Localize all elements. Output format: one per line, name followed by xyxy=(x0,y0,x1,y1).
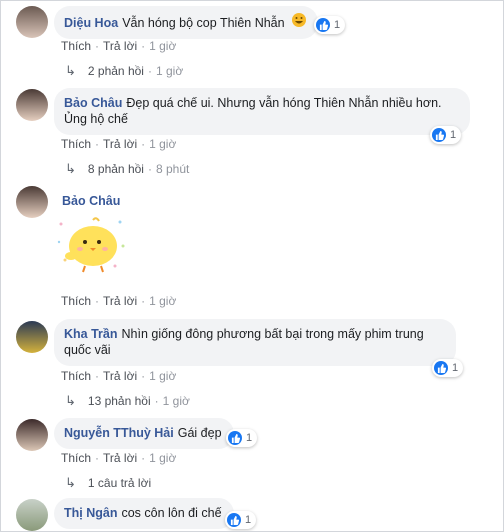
comment-actions: Thích · Trả lời · 1 giờ xyxy=(61,137,177,151)
comment-actions: Thích · Trả lời · 1 giờ xyxy=(61,451,177,465)
replies-count[interactable]: 13 phản hồi xyxy=(88,394,151,408)
avatar[interactable] xyxy=(16,6,48,38)
comment-text: cos côn lôn đi chế xyxy=(121,506,222,520)
like-icon xyxy=(432,128,446,142)
reply-arrow-icon: ↳ xyxy=(65,63,76,78)
reply-arrow-icon: ↳ xyxy=(65,161,76,176)
reaction-number: 1 xyxy=(452,362,459,374)
comment-text: Gái đẹp xyxy=(177,426,222,440)
timestamp[interactable]: 1 giờ xyxy=(149,451,176,465)
like-link[interactable]: Thích xyxy=(61,369,91,383)
reply-link[interactable]: Trả lời xyxy=(103,451,137,465)
comment-actions: Thích · Trả lời · 1 giờ xyxy=(61,369,177,383)
replies-count[interactable]: 1 câu trả lời xyxy=(88,476,151,490)
replies-time: 1 giờ xyxy=(155,64,184,78)
replies-time: 1 giờ xyxy=(162,394,190,408)
like-icon xyxy=(227,513,241,527)
timestamp[interactable]: 1 giờ xyxy=(149,137,176,151)
timestamp[interactable]: 1 giờ xyxy=(149,369,176,383)
view-replies[interactable]: ↳ 13 phản hồi · 1 giờ xyxy=(65,393,190,409)
comment-bubble: Kha Trần Nhìn giống đông phương bất bại t… xyxy=(54,319,456,366)
reaction-count[interactable]: 1 xyxy=(430,126,462,144)
timestamp[interactable]: 1 giờ xyxy=(149,39,176,53)
view-replies[interactable]: ↳ 8 phản hồi · 8 phút xyxy=(65,161,189,177)
commenter-name[interactable]: Thị Ngân xyxy=(64,506,117,520)
avatar[interactable] xyxy=(16,419,48,451)
like-link[interactable]: Thích xyxy=(61,39,91,53)
like-icon xyxy=(434,361,448,375)
commenter-name[interactable]: Kha Trần xyxy=(64,327,118,341)
reply-link[interactable]: Trả lời xyxy=(103,137,137,151)
comment-bubble: Diệu Hoa Vẫn hóng bộ cop Thiên Nhẫn xyxy=(54,6,319,39)
comment-actions: Thích · Trả lời · 1 giờ xyxy=(61,39,177,53)
reaction-count[interactable]: 1 xyxy=(226,429,258,447)
replies-time: 8 phút xyxy=(155,162,190,176)
comment-text: Vẫn hóng bộ cop Thiên Nhẫn xyxy=(122,16,285,30)
reply-arrow-icon: ↳ xyxy=(65,393,76,408)
view-replies[interactable]: ↳ 1 câu trả lời xyxy=(65,475,151,491)
chick-sticker[interactable] xyxy=(57,216,127,276)
avatar[interactable] xyxy=(16,321,48,353)
like-link[interactable]: Thích xyxy=(61,137,91,151)
reply-link[interactable]: Trả lời xyxy=(103,294,137,308)
view-replies[interactable]: ↳ 2 phản hồi · 1 giờ xyxy=(65,63,183,79)
commenter-name[interactable]: Bảo Châu xyxy=(64,96,122,110)
like-icon xyxy=(228,431,242,445)
reaction-number: 1 xyxy=(334,19,341,31)
reaction-number: 1 xyxy=(245,514,252,526)
replies-count[interactable]: 8 phản hồi xyxy=(88,162,144,176)
avatar[interactable] xyxy=(16,499,48,531)
reply-arrow-icon: ↳ xyxy=(65,475,76,490)
reply-link[interactable]: Trả lời xyxy=(103,39,137,53)
reaction-count[interactable]: 1 xyxy=(432,359,464,377)
like-link[interactable]: Thích xyxy=(61,451,91,465)
commenter-name[interactable]: Bảo Châu xyxy=(62,194,120,208)
commenter-name[interactable]: Diệu Hoa xyxy=(64,16,118,30)
comment-bubble: Thị Ngân cos côn lôn đi chế xyxy=(54,498,234,529)
reaction-count[interactable]: 1 xyxy=(225,511,257,529)
like-link[interactable]: Thích xyxy=(61,294,91,308)
like-icon xyxy=(316,18,330,32)
commenter-name[interactable]: Nguyễn TThuỳ Hải xyxy=(64,426,174,440)
avatar[interactable] xyxy=(16,89,48,121)
replies-count[interactable]: 2 phản hồi xyxy=(88,64,144,78)
reaction-number: 1 xyxy=(450,129,457,141)
reply-link[interactable]: Trả lời xyxy=(103,369,137,383)
timestamp[interactable]: 1 giờ xyxy=(149,294,176,308)
reaction-count[interactable]: 1 xyxy=(314,16,346,34)
comment-bubble: Bảo Châu Đẹp quá chế ui. Nhưng vẫn hóng T… xyxy=(54,88,470,135)
comment-thread: Diệu Hoa Vẫn hóng bộ cop Thiên Nhẫn 1 Thí… xyxy=(0,0,504,532)
haha-emoji-icon xyxy=(292,13,307,27)
comment-actions: Thích · Trả lời · 1 giờ xyxy=(61,294,177,308)
avatar[interactable] xyxy=(16,186,48,218)
comment-bubble: Nguyễn TThuỳ Hải Gái đẹp xyxy=(54,418,234,449)
reaction-number: 1 xyxy=(246,432,253,444)
